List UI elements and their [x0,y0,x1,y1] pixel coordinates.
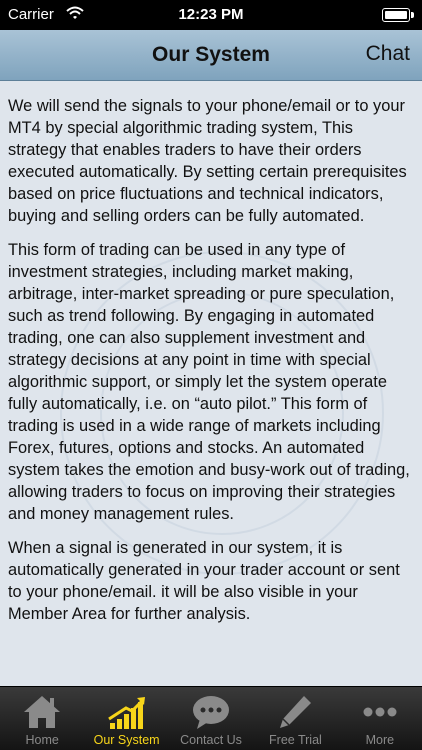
home-icon [21,693,63,731]
speech-bubble-icon [190,693,232,731]
pen-icon [274,693,316,731]
tab-free-trial[interactable]: Free Trial [253,687,337,750]
tab-more[interactable]: More [338,687,422,750]
more-dots-icon [359,693,401,731]
tab-our-system-label: Our System [93,733,160,747]
paragraph-3: When a signal is generated in our system… [8,539,400,623]
status-time: 12:23 PM [178,6,244,23]
tab-more-label: More [365,733,395,747]
tab-contact-us[interactable]: Contact Us [169,687,253,750]
tab-bar: Home Our System Contact Us Free Trial Mo… [0,686,422,750]
paragraph-2: This form of trading can be used in any … [8,241,410,523]
tab-our-system[interactable]: Our System [84,687,168,750]
paragraph-1: We will send the signals to your phone/e… [8,97,407,225]
chat-button[interactable]: Chat [366,42,410,66]
tab-home[interactable]: Home [0,687,84,750]
content-area[interactable]: We will send the signals to your phone/e… [0,81,422,687]
tab-free-trial-label: Free Trial [269,733,322,747]
navigation-bar: Our System Chat [0,30,422,81]
chart-icon [106,693,148,731]
tab-home-label: Home [25,733,59,747]
battery-icon [382,8,414,22]
tab-contact-us-label: Contact Us [180,733,242,747]
page-title: Our System [152,43,270,66]
status-bar: Carrier 12:23 PM [0,0,422,30]
